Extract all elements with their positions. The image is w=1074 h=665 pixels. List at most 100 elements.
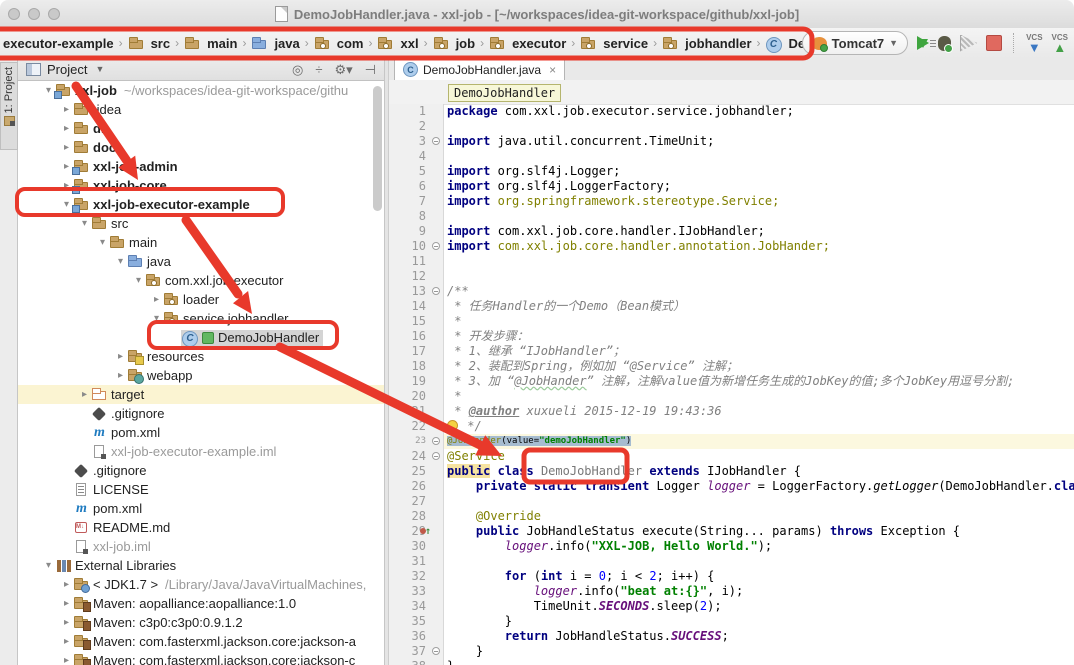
gutter[interactable] xyxy=(430,254,444,269)
line-number[interactable]: 33 xyxy=(389,584,430,599)
gutter[interactable] xyxy=(430,179,444,194)
chevron-down-icon[interactable]: ▼ xyxy=(95,64,104,74)
gutter[interactable] xyxy=(430,209,444,224)
code-line-15[interactable]: 15 * xyxy=(389,314,1074,329)
line-number[interactable]: 17 xyxy=(389,344,430,359)
gutter[interactable] xyxy=(430,404,444,419)
breadcrumb-item-job[interactable]: job xyxy=(433,36,476,51)
tree-expanded-icon[interactable]: ▾ xyxy=(42,560,55,571)
override-method-icon[interactable] xyxy=(420,526,431,537)
tree-collapsed-icon[interactable]: ▸ xyxy=(150,294,163,305)
tree-collapsed-icon[interactable]: ▸ xyxy=(60,598,73,609)
fold-marker-icon[interactable]: − xyxy=(432,137,440,145)
tree-row-webapp[interactable]: ▸webapp xyxy=(18,366,384,385)
gutter[interactable] xyxy=(430,329,444,344)
code-line-37[interactable]: 37− } xyxy=(389,644,1074,659)
gutter[interactable] xyxy=(430,119,444,134)
gutter[interactable] xyxy=(430,479,444,494)
code-area[interactable]: 1package com.xxl.job.executor.service.jo… xyxy=(389,104,1074,665)
gutter[interactable] xyxy=(430,419,444,434)
tree-row-target[interactable]: ▸target xyxy=(18,385,384,404)
line-number[interactable]: 34 xyxy=(389,599,430,614)
fold-marker-icon[interactable]: − xyxy=(432,452,440,460)
code-line-25[interactable]: 25public class DemoJobHandler extends IJ… xyxy=(389,464,1074,479)
tree-row-demojobhandler[interactable]: CDemoJobHandler xyxy=(18,328,384,347)
line-number[interactable]: 19 xyxy=(389,374,430,389)
run-configuration-selector[interactable]: Tomcat7 ▼ xyxy=(802,31,908,55)
tree-collapsed-icon[interactable]: ▸ xyxy=(60,655,73,665)
code-line-12[interactable]: 12 xyxy=(389,269,1074,284)
close-tab-icon[interactable]: × xyxy=(549,63,556,77)
fold-marker-icon[interactable]: − xyxy=(432,287,440,295)
line-number[interactable]: 32 xyxy=(389,569,430,584)
locate-file-icon[interactable]: ◎ xyxy=(292,62,303,78)
tree-expanded-icon[interactable]: ▾ xyxy=(114,256,127,267)
tree-collapsed-icon[interactable]: ▸ xyxy=(78,389,91,400)
tree-row--gitignore[interactable]: .gitignore xyxy=(18,404,384,423)
line-number[interactable]: 3 xyxy=(389,134,430,149)
gutter[interactable] xyxy=(430,659,444,665)
code-line-1[interactable]: 1package com.xxl.job.executor.service.jo… xyxy=(389,104,1074,119)
code-line-8[interactable]: 8 xyxy=(389,209,1074,224)
line-number[interactable]: 9 xyxy=(389,224,430,239)
tree-collapsed-icon[interactable]: ▸ xyxy=(60,617,73,628)
tree-row-external-libraries[interactable]: ▾External Libraries xyxy=(18,556,384,575)
tree-row-db[interactable]: ▸db xyxy=(18,119,384,138)
code-line-24[interactable]: 24−@Service xyxy=(389,449,1074,464)
gutter[interactable] xyxy=(430,374,444,389)
code-line-2[interactable]: 2 xyxy=(389,119,1074,134)
gutter[interactable] xyxy=(430,569,444,584)
tree-row-doc[interactable]: ▸doc xyxy=(18,138,384,157)
tree-row-maven-com-fasterxml-jackson-core-jackson-c[interactable]: ▸Maven: com.fasterxml.jackson.core:jacks… xyxy=(18,651,384,665)
line-number[interactable]: 12 xyxy=(389,269,430,284)
tree-collapsed-icon[interactable]: ▸ xyxy=(114,351,127,362)
line-number[interactable]: 16 xyxy=(389,329,430,344)
breadcrumb-item-src[interactable]: src xyxy=(128,36,171,51)
tree-row-readme-md[interactable]: README.md xyxy=(18,518,384,537)
gutter[interactable] xyxy=(430,314,444,329)
tree-row-maven-com-fasterxml-jackson-core-jackson-a[interactable]: ▸Maven: com.fasterxml.jackson.core:jacks… xyxy=(18,632,384,651)
line-number[interactable]: 36 xyxy=(389,629,430,644)
gutter[interactable] xyxy=(430,224,444,239)
line-number[interactable]: 25 xyxy=(389,464,430,479)
gutter[interactable]: − xyxy=(430,239,444,254)
code-line-13[interactable]: 13−/** xyxy=(389,284,1074,299)
code-line-3[interactable]: 3−import java.util.concurrent.TimeUnit; xyxy=(389,134,1074,149)
gutter[interactable] xyxy=(430,344,444,359)
tree-row-src[interactable]: ▾src xyxy=(18,214,384,233)
settings-gear-icon[interactable]: ⚙▾ xyxy=(334,62,352,78)
breadcrumb-item-jobhandler[interactable]: jobhandler xyxy=(662,36,751,51)
fold-marker-icon[interactable]: − xyxy=(432,437,440,445)
tree-collapsed-icon[interactable]: ▸ xyxy=(60,123,73,134)
tree-row-xxl-job-executor-example-iml[interactable]: xxl-job-executor-example.iml xyxy=(18,442,384,461)
line-number[interactable]: 35 xyxy=(389,614,430,629)
line-number[interactable]: 22 xyxy=(389,419,430,434)
line-number[interactable]: 13 xyxy=(389,284,430,299)
line-number[interactable]: 31 xyxy=(389,554,430,569)
line-number[interactable]: 28 xyxy=(389,509,430,524)
line-number[interactable]: 7 xyxy=(389,194,430,209)
breadcrumb-item-executor-example[interactable]: executor-example xyxy=(3,36,114,51)
gutter[interactable] xyxy=(430,629,444,644)
gutter[interactable] xyxy=(430,389,444,404)
editor-breadcrumb-tag[interactable]: DemoJobHandler xyxy=(448,84,561,102)
code-line-28[interactable]: 28 @Override xyxy=(389,509,1074,524)
code-line-6[interactable]: 6import org.slf4j.LoggerFactory; xyxy=(389,179,1074,194)
gutter[interactable]: − xyxy=(430,449,444,464)
tree-row-xxl-job-admin[interactable]: ▸xxl-job-admin xyxy=(18,157,384,176)
breadcrumb-item-executor[interactable]: executor xyxy=(489,36,566,51)
line-number[interactable]: 11 xyxy=(389,254,430,269)
code-line-31[interactable]: 31 xyxy=(389,554,1074,569)
collapse-all-icon[interactable]: ÷ xyxy=(315,62,322,77)
tree-row-xxl-job-core[interactable]: ▸xxl-job-core xyxy=(18,176,384,195)
line-number[interactable]: 27 xyxy=(389,494,430,509)
tree-row-xxl-job-iml[interactable]: xxl-job.iml xyxy=(18,537,384,556)
vcs-update-button[interactable]: VCS▼ xyxy=(1026,33,1042,53)
tree-row-main[interactable]: ▾main xyxy=(18,233,384,252)
tree-row--jdk1-7-[interactable]: ▸< JDK1.7 >/Library/Java/JavaVirtualMach… xyxy=(18,575,384,594)
code-line-9[interactable]: 9import com.xxl.job.core.handler.IJobHan… xyxy=(389,224,1074,239)
code-line-20[interactable]: 20 * xyxy=(389,389,1074,404)
tree-expanded-icon[interactable]: ▾ xyxy=(132,275,145,286)
line-number[interactable]: 15 xyxy=(389,314,430,329)
gutter[interactable] xyxy=(430,464,444,479)
